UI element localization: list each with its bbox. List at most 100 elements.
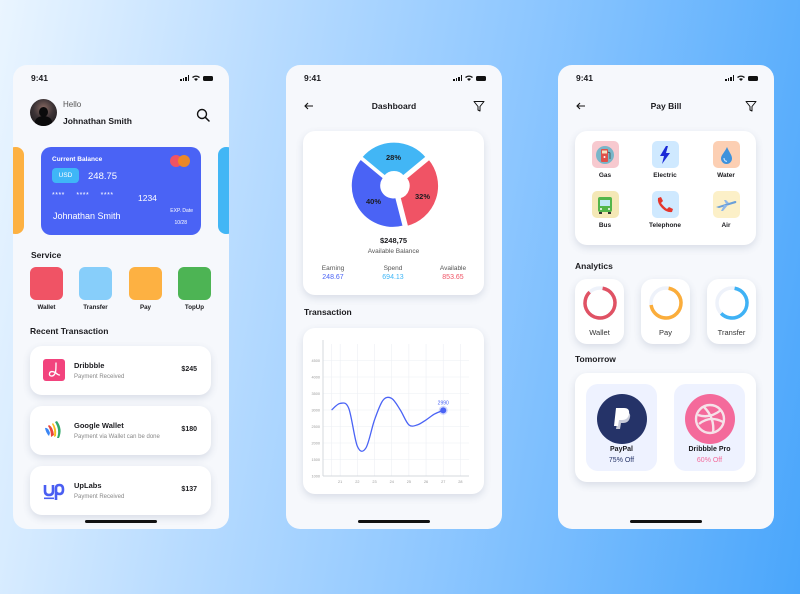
- status-time: 9:41: [31, 73, 49, 83]
- balance-card[interactable]: Current Balance USD 248.75 **** **** ***…: [41, 147, 201, 235]
- wallet-tile: [30, 267, 63, 300]
- service-pay[interactable]: Pay: [129, 267, 162, 311]
- filter-button[interactable]: [470, 97, 488, 115]
- pay-bill-screen: 9:41 Pay Bill Gas Electric Water Bus Tel…: [558, 65, 774, 529]
- offer-paypal[interactable]: PayPal 75% Off: [586, 384, 657, 471]
- home-indicator[interactable]: [358, 520, 430, 523]
- prev-card-peek[interactable]: [13, 147, 24, 234]
- service-label: TopUp: [184, 304, 205, 311]
- transfer-progress-ring: [715, 286, 749, 320]
- available-balance-label: Available Balance: [367, 248, 420, 255]
- stat-label: Available: [439, 265, 467, 272]
- home-screen: 9:41 Hello Johnathan Smith Current Balan…: [13, 65, 229, 529]
- analytics-label: Transfer: [717, 328, 746, 337]
- avatar[interactable]: [30, 99, 57, 126]
- home-indicator[interactable]: [630, 520, 702, 523]
- transaction-chart-card: 21 22 23 24 25 26 27 28 1000 1500 2000 2500 3000 3500…: [303, 328, 484, 494]
- tomorrow-title: Tomorrow: [575, 354, 616, 364]
- transaction-item[interactable]: Dribbble Payment Received $245: [30, 346, 211, 395]
- y-tick-label: 3000: [312, 408, 320, 412]
- pie-label-28: 28%: [386, 153, 402, 162]
- transaction-item[interactable]: Google Wallet Payment via Wallet can be …: [30, 406, 211, 455]
- balance-chart-card: 28% 32% 40% $248,75 Available Balance Ea…: [303, 131, 484, 295]
- y-tick-label: 2500: [312, 425, 320, 429]
- telephone-icon: [651, 191, 679, 218]
- bus-icon: [591, 191, 619, 218]
- back-button[interactable]: [300, 97, 318, 115]
- analytics-pay[interactable]: Pay: [641, 279, 690, 344]
- card-holder: Johnathan Smith: [53, 211, 121, 221]
- transaction-name: UpLabs: [74, 481, 102, 490]
- offer-name: PayPal: [610, 446, 633, 453]
- service-label: Wallet: [37, 304, 56, 311]
- status-bar: 9:41: [31, 72, 213, 84]
- x-tick-label: 22: [355, 480, 359, 484]
- status-bar: 9:41: [576, 72, 758, 84]
- home-indicator[interactable]: [85, 520, 157, 523]
- filter-button[interactable]: [742, 97, 760, 115]
- card-last4: 1234: [138, 193, 157, 203]
- donut-hole: [382, 173, 406, 197]
- tomorrow-offers-card: PayPal 75% Off Dribbble Pro 60% Off: [575, 373, 756, 482]
- service-transfer[interactable]: Transfer: [79, 267, 112, 311]
- bill-categories-card: Gas Electric Water Bus Telephone Air: [575, 131, 756, 245]
- signal-icon: [180, 75, 189, 81]
- x-tick-label: 21: [338, 480, 342, 484]
- x-tick-label: 24: [390, 480, 394, 484]
- service-topup[interactable]: TopUp: [178, 267, 211, 311]
- line-chart: 21 22 23 24 25 26 27 28 1000 1500 2000 2500 3000 3500…: [312, 340, 469, 484]
- bill-water[interactable]: Water: [696, 141, 756, 179]
- service-label: Pay: [139, 304, 151, 311]
- ring-progress: [583, 286, 617, 320]
- highlight-value-label: 2990: [438, 400, 449, 406]
- bill-bus[interactable]: Bus: [575, 191, 635, 229]
- stat-value: 694.13: [382, 274, 404, 281]
- next-card-peek[interactable]: [218, 147, 229, 234]
- available-balance-value: $248,75: [379, 236, 408, 245]
- transaction-name: Google Wallet: [74, 421, 124, 430]
- highlight-point[interactable]: [440, 407, 447, 414]
- bill-label: Bus: [598, 222, 612, 229]
- battery-icon: [203, 75, 213, 81]
- currency-badge: USD: [52, 168, 79, 183]
- transaction-desc: Payment Received: [74, 374, 125, 380]
- exp-label: EXP. Date: [170, 208, 193, 214]
- uplabs-logo-icon: [43, 483, 65, 500]
- analytics-wallet[interactable]: Wallet: [575, 279, 624, 344]
- x-tick-label: 23: [372, 480, 376, 484]
- filter-icon: [473, 101, 485, 112]
- offer-dribbble-pro[interactable]: Dribbble Pro 60% Off: [674, 384, 745, 471]
- transaction-item[interactable]: UpLabs Payment Received $137: [30, 466, 211, 515]
- pie-label-32: 32%: [415, 192, 431, 201]
- bill-gas[interactable]: Gas: [575, 141, 635, 179]
- signal-icon: [725, 75, 734, 81]
- bill-telephone[interactable]: Telephone: [635, 191, 695, 229]
- ring-progress: [649, 286, 683, 320]
- back-button[interactable]: [572, 97, 590, 115]
- bill-air[interactable]: Air: [696, 191, 756, 229]
- service-wallet[interactable]: Wallet: [30, 267, 63, 311]
- analytics-transfer[interactable]: Transfer: [707, 279, 756, 344]
- transaction-amount: $245: [181, 366, 197, 373]
- transaction-name: Dribbble: [74, 361, 105, 370]
- dashboard-screen: 9:41 Dashboard 28% 32% 40% $248,75 Avail…: [286, 65, 502, 529]
- greeting: Hello: [63, 100, 82, 109]
- exp-value: 10/28: [174, 220, 187, 226]
- ring-progress: [715, 286, 749, 320]
- analytics-title: Analytics: [575, 261, 613, 271]
- search-button[interactable]: [194, 106, 212, 124]
- x-tick-label: 28: [458, 480, 462, 484]
- y-tick-label: 1500: [312, 458, 320, 462]
- service-title: Service: [31, 250, 62, 260]
- offer-name: Dribbble Pro: [688, 446, 731, 453]
- y-tick-label: 2000: [312, 441, 320, 445]
- transaction-amount: $137: [181, 486, 197, 493]
- paypal-logo-icon: [597, 394, 647, 444]
- stat-label: Spend: [383, 265, 403, 272]
- bill-label: Water: [717, 172, 735, 179]
- pie-label-40: 40%: [366, 197, 382, 206]
- analytics-label: Pay: [659, 328, 672, 337]
- page-title: Dashboard: [371, 101, 417, 111]
- x-tick-label: 26: [424, 480, 428, 484]
- bill-electric[interactable]: Electric: [635, 141, 695, 179]
